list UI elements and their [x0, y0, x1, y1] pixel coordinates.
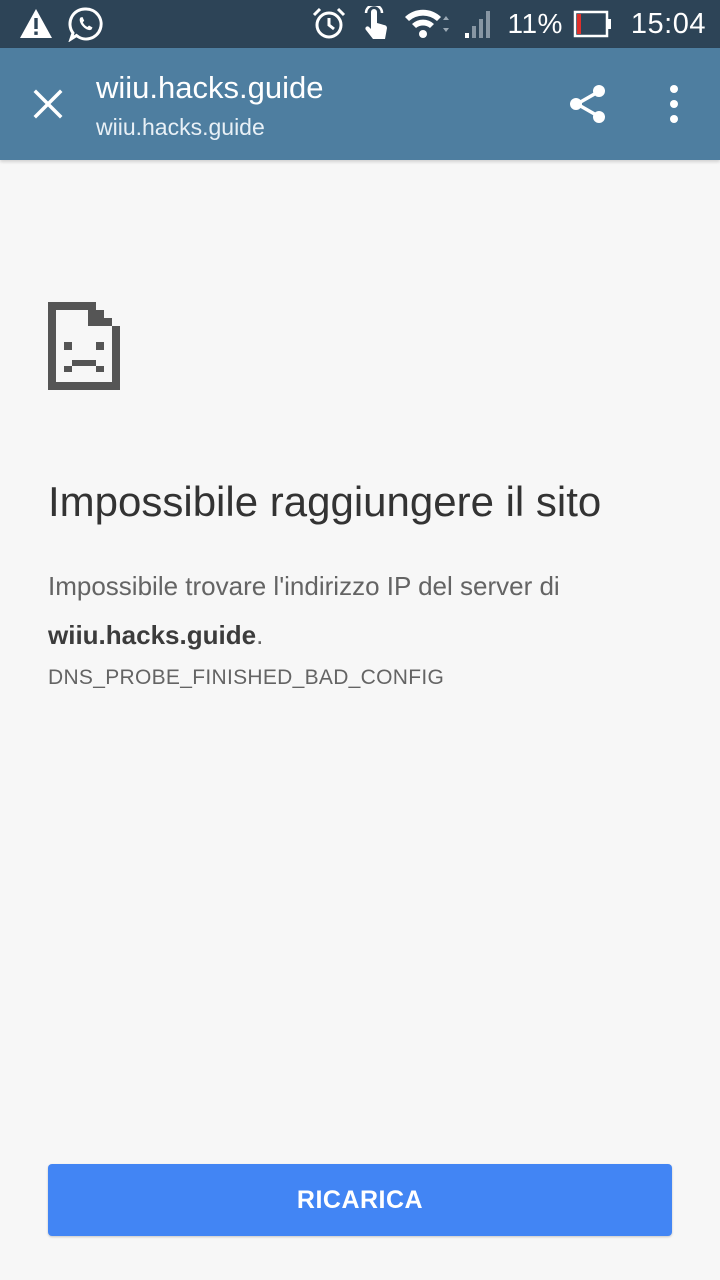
error-code: DNS_PROBE_FINISHED_BAD_CONFIG — [48, 666, 445, 689]
alarm-icon — [311, 6, 347, 42]
status-bar: 11% 15:04 — [0, 0, 720, 48]
close-icon — [33, 89, 63, 119]
battery-icon — [573, 6, 613, 42]
clock: 15:04 — [630, 7, 706, 40]
more-options-button[interactable] — [662, 82, 686, 126]
sad-page-icon — [48, 302, 120, 390]
custom-tab-toolbar: wiiu.hacks.guide wiiu.hacks.guide — [0, 48, 720, 160]
page-url: wiiu.hacks.guide — [96, 114, 265, 140]
wifi-icon — [403, 6, 451, 42]
error-description-text: Impossibile trovare l'indirizzo IP del s… — [48, 571, 560, 601]
error-description-suffix: . — [256, 620, 264, 650]
status-bar-right: 11% 15:04 — [311, 3, 706, 42]
error-heading: Impossibile raggiungere il sito — [48, 478, 602, 525]
share-button[interactable] — [566, 82, 610, 126]
reload-button[interactable]: RICARICA — [48, 1164, 672, 1236]
more-vert-icon — [670, 85, 678, 123]
cellular-signal-icon — [461, 6, 497, 42]
status-bar-left — [18, 6, 104, 43]
whatsapp-icon — [68, 6, 104, 43]
warning-icon — [18, 6, 54, 42]
share-icon — [570, 85, 605, 123]
page-title: wiiu.hacks.guide — [96, 70, 324, 105]
error-description: Impossibile trovare l'indirizzo IP del s… — [48, 562, 678, 660]
touch-icon — [357, 3, 393, 42]
close-button[interactable] — [28, 84, 68, 124]
error-host: wiiu.hacks.guide — [48, 620, 257, 650]
battery-percent: 11% — [507, 8, 563, 39]
